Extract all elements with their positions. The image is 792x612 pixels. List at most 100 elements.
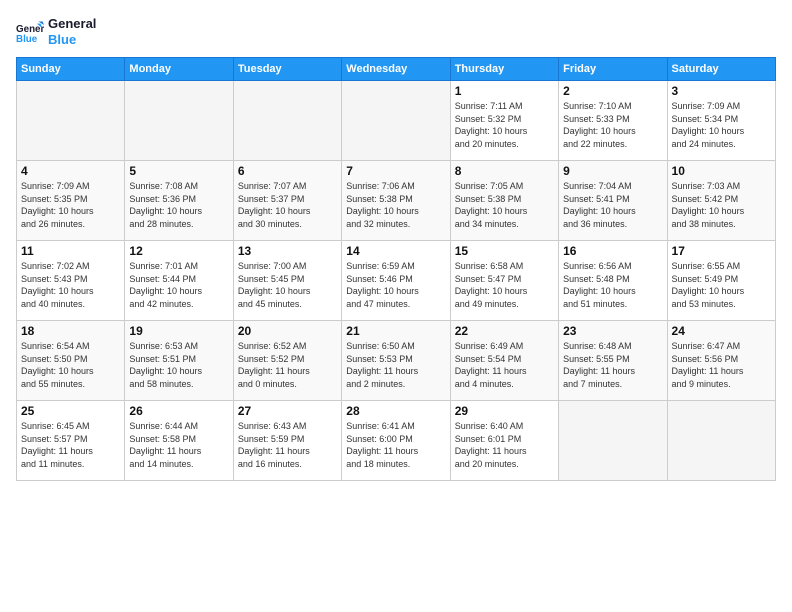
logo-line1: General xyxy=(48,16,96,32)
day-info: Sunrise: 6:52 AM Sunset: 5:52 PM Dayligh… xyxy=(238,340,337,390)
day-number: 15 xyxy=(455,244,554,258)
logo-line2: Blue xyxy=(48,32,96,48)
day-number: 19 xyxy=(129,324,228,338)
weekday-header: Monday xyxy=(125,58,233,81)
calendar-cell: 21Sunrise: 6:50 AM Sunset: 5:53 PM Dayli… xyxy=(342,321,450,401)
day-number: 14 xyxy=(346,244,445,258)
day-info: Sunrise: 6:44 AM Sunset: 5:58 PM Dayligh… xyxy=(129,420,228,470)
day-number: 25 xyxy=(21,404,120,418)
page-header: General Blue General Blue xyxy=(16,16,776,47)
calendar-cell: 8 Sunrise: 7:05 AM Sunset: 5:38 PM Daylig… xyxy=(450,161,558,241)
day-info: Sunrise: 7:01 AM Sunset: 5:44 PM Dayligh… xyxy=(129,260,228,310)
calendar-cell: 3 Sunrise: 7:09 AM Sunset: 5:34 PM Daylig… xyxy=(667,81,775,161)
day-number: 18 xyxy=(21,324,120,338)
weekday-header: Tuesday xyxy=(233,58,341,81)
day-number: 11 xyxy=(21,244,120,258)
calendar-week-row: 18 Sunrise: 6:54 AM Sunset: 5:50 PM Dayli… xyxy=(17,321,776,401)
calendar-cell: 2 Sunrise: 7:10 AM Sunset: 5:33 PM Daylig… xyxy=(559,81,667,161)
svg-text:Blue: Blue xyxy=(16,33,38,44)
day-info: Sunrise: 6:41 AM Sunset: 6:00 PM Dayligh… xyxy=(346,420,445,470)
day-number: 12 xyxy=(129,244,228,258)
calendar-cell: 16Sunrise: 6:56 AM Sunset: 5:48 PM Dayli… xyxy=(559,241,667,321)
day-info: Sunrise: 6:48 AM Sunset: 5:55 PM Dayligh… xyxy=(563,340,662,390)
day-number: 1 xyxy=(455,84,554,98)
calendar-cell: 24Sunrise: 6:47 AM Sunset: 5:56 PM Dayli… xyxy=(667,321,775,401)
day-info: Sunrise: 6:47 AM Sunset: 5:56 PM Dayligh… xyxy=(672,340,771,390)
calendar-cell: 19 Sunrise: 6:53 AM Sunset: 5:51 PM Dayli… xyxy=(125,321,233,401)
day-number: 3 xyxy=(672,84,771,98)
day-info: Sunrise: 6:45 AM Sunset: 5:57 PM Dayligh… xyxy=(21,420,120,470)
calendar-cell xyxy=(559,401,667,481)
day-number: 6 xyxy=(238,164,337,178)
day-number: 10 xyxy=(672,164,771,178)
weekday-header: Sunday xyxy=(17,58,125,81)
calendar-cell xyxy=(667,401,775,481)
calendar-cell: 6 Sunrise: 7:07 AM Sunset: 5:37 PM Daylig… xyxy=(233,161,341,241)
calendar-cell: 1 Sunrise: 7:11 AM Sunset: 5:32 PM Daylig… xyxy=(450,81,558,161)
day-number: 20 xyxy=(238,324,337,338)
calendar-cell xyxy=(233,81,341,161)
weekday-header: Saturday xyxy=(667,58,775,81)
day-info: Sunrise: 6:53 AM Sunset: 5:51 PM Dayligh… xyxy=(129,340,228,390)
calendar-cell xyxy=(125,81,233,161)
day-number: 28 xyxy=(346,404,445,418)
day-info: Sunrise: 7:10 AM Sunset: 5:33 PM Dayligh… xyxy=(563,100,662,150)
day-info: Sunrise: 7:11 AM Sunset: 5:32 PM Dayligh… xyxy=(455,100,554,150)
day-info: Sunrise: 7:06 AM Sunset: 5:38 PM Dayligh… xyxy=(346,180,445,230)
day-number: 27 xyxy=(238,404,337,418)
calendar-cell: 9 Sunrise: 7:04 AM Sunset: 5:41 PM Daylig… xyxy=(559,161,667,241)
calendar-cell: 17Sunrise: 6:55 AM Sunset: 5:49 PM Dayli… xyxy=(667,241,775,321)
day-info: Sunrise: 7:03 AM Sunset: 5:42 PM Dayligh… xyxy=(672,180,771,230)
day-info: Sunrise: 6:55 AM Sunset: 5:49 PM Dayligh… xyxy=(672,260,771,310)
day-info: Sunrise: 6:58 AM Sunset: 5:47 PM Dayligh… xyxy=(455,260,554,310)
calendar: SundayMondayTuesdayWednesdayThursdayFrid… xyxy=(16,57,776,481)
day-number: 16 xyxy=(563,244,662,258)
calendar-cell: 13 Sunrise: 7:00 AM Sunset: 5:45 PM Dayli… xyxy=(233,241,341,321)
weekday-header: Wednesday xyxy=(342,58,450,81)
calendar-cell: 15 Sunrise: 6:58 AM Sunset: 5:47 PM Dayli… xyxy=(450,241,558,321)
day-number: 9 xyxy=(563,164,662,178)
calendar-cell: 11 Sunrise: 7:02 AM Sunset: 5:43 PM Dayli… xyxy=(17,241,125,321)
day-number: 8 xyxy=(455,164,554,178)
day-info: Sunrise: 7:05 AM Sunset: 5:38 PM Dayligh… xyxy=(455,180,554,230)
calendar-cell: 29Sunrise: 6:40 AM Sunset: 6:01 PM Dayli… xyxy=(450,401,558,481)
day-info: Sunrise: 7:02 AM Sunset: 5:43 PM Dayligh… xyxy=(21,260,120,310)
day-info: Sunrise: 7:09 AM Sunset: 5:35 PM Dayligh… xyxy=(21,180,120,230)
calendar-week-row: 1 Sunrise: 7:11 AM Sunset: 5:32 PM Daylig… xyxy=(17,81,776,161)
day-number: 2 xyxy=(563,84,662,98)
day-number: 5 xyxy=(129,164,228,178)
day-info: Sunrise: 6:59 AM Sunset: 5:46 PM Dayligh… xyxy=(346,260,445,310)
calendar-cell: 7 Sunrise: 7:06 AM Sunset: 5:38 PM Daylig… xyxy=(342,161,450,241)
calendar-cell xyxy=(17,81,125,161)
day-info: Sunrise: 6:43 AM Sunset: 5:59 PM Dayligh… xyxy=(238,420,337,470)
day-info: Sunrise: 6:40 AM Sunset: 6:01 PM Dayligh… xyxy=(455,420,554,470)
day-info: Sunrise: 7:08 AM Sunset: 5:36 PM Dayligh… xyxy=(129,180,228,230)
calendar-cell: 22Sunrise: 6:49 AM Sunset: 5:54 PM Dayli… xyxy=(450,321,558,401)
day-number: 21 xyxy=(346,324,445,338)
logo: General Blue General Blue xyxy=(16,16,96,47)
calendar-cell: 4Sunrise: 7:09 AM Sunset: 5:35 PM Daylig… xyxy=(17,161,125,241)
calendar-cell: 25 Sunrise: 6:45 AM Sunset: 5:57 PM Dayli… xyxy=(17,401,125,481)
day-info: Sunrise: 7:07 AM Sunset: 5:37 PM Dayligh… xyxy=(238,180,337,230)
day-number: 13 xyxy=(238,244,337,258)
calendar-header-row: SundayMondayTuesdayWednesdayThursdayFrid… xyxy=(17,58,776,81)
day-info: Sunrise: 7:00 AM Sunset: 5:45 PM Dayligh… xyxy=(238,260,337,310)
calendar-cell: 28 Sunrise: 6:41 AM Sunset: 6:00 PM Dayli… xyxy=(342,401,450,481)
day-number: 7 xyxy=(346,164,445,178)
calendar-week-row: 4Sunrise: 7:09 AM Sunset: 5:35 PM Daylig… xyxy=(17,161,776,241)
calendar-cell: 23Sunrise: 6:48 AM Sunset: 5:55 PM Dayli… xyxy=(559,321,667,401)
day-info: Sunrise: 7:04 AM Sunset: 5:41 PM Dayligh… xyxy=(563,180,662,230)
weekday-header: Friday xyxy=(559,58,667,81)
day-info: Sunrise: 6:54 AM Sunset: 5:50 PM Dayligh… xyxy=(21,340,120,390)
calendar-cell: 18 Sunrise: 6:54 AM Sunset: 5:50 PM Dayli… xyxy=(17,321,125,401)
day-info: Sunrise: 6:49 AM Sunset: 5:54 PM Dayligh… xyxy=(455,340,554,390)
day-info: Sunrise: 7:09 AM Sunset: 5:34 PM Dayligh… xyxy=(672,100,771,150)
day-number: 26 xyxy=(129,404,228,418)
calendar-cell: 5 Sunrise: 7:08 AM Sunset: 5:36 PM Daylig… xyxy=(125,161,233,241)
calendar-cell: 20 Sunrise: 6:52 AM Sunset: 5:52 PM Dayli… xyxy=(233,321,341,401)
calendar-cell: 12 Sunrise: 7:01 AM Sunset: 5:44 PM Dayli… xyxy=(125,241,233,321)
weekday-header: Thursday xyxy=(450,58,558,81)
calendar-cell: 14 Sunrise: 6:59 AM Sunset: 5:46 PM Dayli… xyxy=(342,241,450,321)
calendar-week-row: 11 Sunrise: 7:02 AM Sunset: 5:43 PM Dayli… xyxy=(17,241,776,321)
calendar-week-row: 25 Sunrise: 6:45 AM Sunset: 5:57 PM Dayli… xyxy=(17,401,776,481)
